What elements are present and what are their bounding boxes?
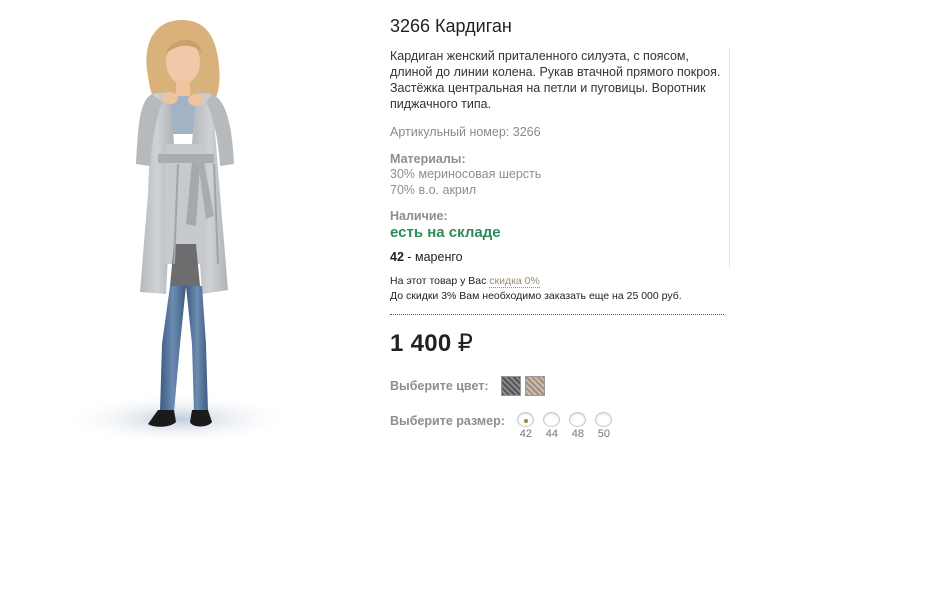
ruble-icon: ₽ [457,330,474,357]
product-description: Кардиган женский приталенного силуэта, с… [390,49,721,111]
size-radio[interactable] [543,412,561,427]
size-radio[interactable] [517,412,535,427]
size-option-50[interactable]: 50 [591,412,617,440]
discount-link[interactable]: скидка 0% [489,275,540,288]
materials-heading: Материалы: [390,152,466,166]
size-option-42[interactable]: 42 [513,412,539,440]
size-radio[interactable] [569,412,587,427]
variant-color: маренго [415,250,463,264]
color-swatch-marengo[interactable] [500,376,521,396]
size-options: 42 44 48 50 [513,412,617,440]
size-option-48[interactable]: 48 [565,412,591,440]
product-title: 3266 Кардиган [390,16,512,36]
product-details: Кардиган женский приталенного силуэта, с… [390,48,730,268]
material-item: 70% в.о. акрил [390,183,477,197]
size-number: 48 [571,428,585,440]
selected-variant: 42 - маренго [390,250,723,268]
discount-text: На этот товар у Вас [390,275,487,287]
product-info: 3266 Кардиган Кардиган женский приталенн… [390,16,730,358]
size-number: 44 [545,428,559,440]
size-option-44[interactable]: 44 [539,412,565,440]
material-item: 30% мериносовая шерсть [390,167,542,181]
size-radio[interactable] [595,412,613,427]
variant-separator: - [403,250,416,264]
discount-hint: До скидки 3% Вам необходимо заказать еще… [390,290,682,302]
variant-size: 42 [390,250,404,264]
color-swatch-beige[interactable] [524,376,545,396]
size-selector: Выберите размер: 42 44 48 50 [390,412,617,440]
article-number: Артикульный номер: 3266 [390,125,541,139]
availability-heading: Наличие: [390,209,448,223]
price: 1 400 ₽ [390,329,730,358]
divider [390,314,724,315]
availability-status: есть на складе [390,224,501,241]
size-label: Выберите размер: [390,414,505,428]
product-photo[interactable] [62,14,294,445]
size-number: 42 [519,428,533,440]
color-selector: Выберите цвет: [390,376,545,396]
size-number: 50 [597,428,611,440]
color-label: Выберите цвет: [390,379,489,393]
price-value: 1 400 [390,330,452,357]
discount-info: На этот товар у Вас скидка 0% До скидки … [390,274,730,304]
